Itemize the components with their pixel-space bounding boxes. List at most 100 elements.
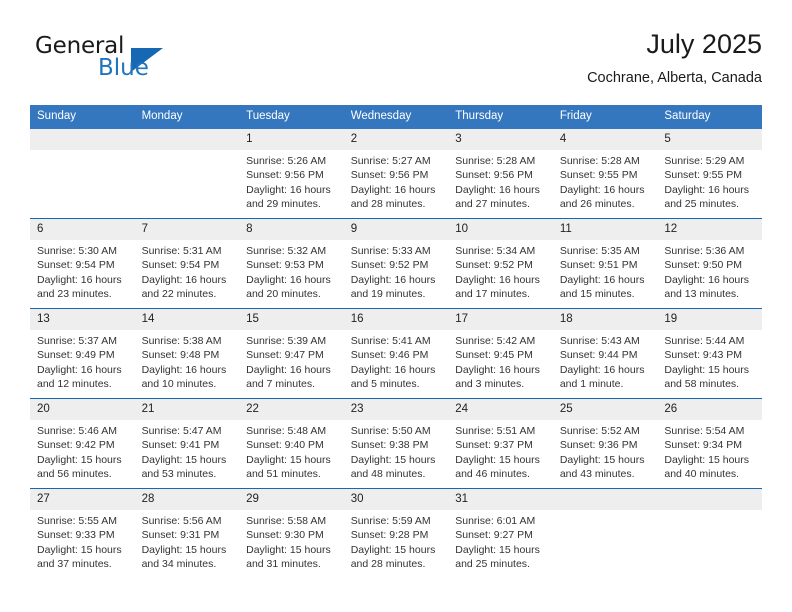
calendar-body: 1 Sunrise: 5:26 AM Sunset: 9:56 PM Daylight… (30, 129, 762, 578)
day-details: Sunrise: 5:28 AM Sunset: 9:55 PM Daylight:… (553, 150, 658, 211)
sunrise-text: Sunrise: 5:35 AM (559, 245, 640, 257)
sunset-text: Sunset: 9:52 PM (455, 259, 533, 272)
sunset-text: Sunset: 9:49 PM (37, 349, 115, 362)
calendar-day-cell[interactable]: 25 Sunrise: 5:52 AM Sunset: 9:36 PM Dayligh… (552, 398, 658, 489)
calendar-day-cell[interactable]: 17 Sunrise: 5:42 AM Sunset: 9:45 PM Dayligh… (448, 308, 553, 399)
sunrise-text: Sunrise: 5:48 AM (246, 425, 327, 437)
sunrise-text: Sunrise: 5:42 AM (455, 335, 536, 347)
calendar-day-cell[interactable]: 9 Sunrise: 5:33 AM Sunset: 9:52 PM Daylight… (343, 218, 449, 309)
calendar-day-cell[interactable]: 23 Sunrise: 5:50 AM Sunset: 9:38 PM Dayligh… (343, 398, 449, 489)
page-title: July 2025 (646, 29, 762, 59)
calendar-day-cell[interactable]: 7 Sunrise: 5:31 AM Sunset: 9:54 PM Daylight… (134, 218, 240, 309)
sunrise-text: Sunrise: 5:32 AM (246, 245, 327, 257)
daylight-text-line1: Daylight: 16 hours (246, 183, 331, 196)
calendar-day-cell[interactable]: 5 Sunrise: 5:29 AM Sunset: 9:55 PM Daylight… (657, 129, 762, 219)
daylight-text-line2: and 28 minutes. (350, 197, 426, 210)
sunset-text: Sunset: 9:42 PM (37, 439, 115, 452)
day-number: 31 (448, 489, 553, 510)
calendar-day-cell[interactable]: 12 Sunrise: 5:36 AM Sunset: 9:50 PM Dayligh… (657, 218, 762, 309)
calendar-day-cell[interactable]: 2 Sunrise: 5:27 AM Sunset: 9:56 PM Daylight… (343, 129, 449, 219)
day-number: 14 (134, 309, 240, 330)
sunrise-text: Sunrise: 5:26 AM (246, 155, 327, 167)
calendar-day-cell[interactable]: 22 Sunrise: 5:48 AM Sunset: 9:40 PM Dayligh… (239, 398, 344, 489)
daylight-text-line2: and 31 minutes. (246, 557, 321, 570)
day-details: Sunrise: 5:33 AM Sunset: 9:52 PM Daylight:… (344, 240, 449, 301)
calendar-day-cell[interactable]: 1 Sunrise: 5:26 AM Sunset: 9:56 PM Daylight… (239, 129, 344, 219)
daylight-text-line2: and 3 minutes. (455, 377, 525, 390)
day-number: 13 (30, 309, 135, 330)
sunset-text: Sunset: 9:48 PM (141, 349, 220, 362)
general-blue-logo[interactable]: General Blue (35, 33, 205, 91)
page-header: General Blue July 2025 Cochrane, Alberta… (30, 28, 762, 98)
calendar-day-cell[interactable]: 20 Sunrise: 5:46 AM Sunset: 9:42 PM Dayligh… (30, 398, 135, 489)
calendar-day-cell[interactable]: 6 Sunrise: 5:30 AM Sunset: 9:54 PM Daylight… (30, 218, 135, 309)
sunrise-text: Sunrise: 5:37 AM (37, 335, 117, 347)
daylight-text-line2: and 25 minutes. (455, 557, 530, 570)
daylight-text-line1: Daylight: 16 hours (455, 273, 540, 286)
sunset-text: Sunset: 9:38 PM (350, 439, 429, 452)
calendar-day-cell[interactable]: 28 Sunrise: 5:56 AM Sunset: 9:31 PM Dayligh… (134, 488, 240, 578)
day-details: Sunrise: 5:27 AM Sunset: 9:56 PM Daylight:… (344, 150, 449, 211)
calendar-day-cell[interactable]: 30 Sunrise: 5:59 AM Sunset: 9:28 PM Dayligh… (343, 488, 449, 578)
calendar-day-cell[interactable]: 19 Sunrise: 5:44 AM Sunset: 9:43 PM Dayligh… (657, 308, 762, 399)
sunrise-text: Sunrise: 5:59 AM (350, 515, 431, 527)
calendar-day-cell[interactable]: 14 Sunrise: 5:38 AM Sunset: 9:48 PM Dayligh… (134, 308, 240, 399)
day-number: 25 (552, 399, 658, 420)
sunset-text: Sunset: 9:30 PM (246, 529, 324, 542)
calendar-day-cell[interactable]: 26 Sunrise: 5:54 AM Sunset: 9:34 PM Dayligh… (657, 398, 762, 489)
weekday-header-monday: Monday (134, 105, 240, 129)
daylight-text-line1: Daylight: 15 hours (350, 453, 436, 466)
calendar-day-cell[interactable]: 8 Sunrise: 5:32 AM Sunset: 9:53 PM Daylight… (239, 218, 344, 309)
daylight-text-line1: Daylight: 16 hours (455, 363, 540, 376)
calendar-day-cell[interactable]: 27 Sunrise: 5:55 AM Sunset: 9:33 PM Dayligh… (30, 488, 135, 578)
daylight-text-line2: and 17 minutes. (455, 287, 530, 300)
calendar-day-cell[interactable]: 18 Sunrise: 5:43 AM Sunset: 9:44 PM Dayligh… (552, 308, 658, 399)
calendar-page: General Blue July 2025 Cochrane, Alberta… (0, 0, 792, 612)
calendar-day-cell-empty (657, 488, 762, 578)
sunrise-text: Sunrise: 5:55 AM (37, 515, 117, 527)
calendar-day-cell[interactable]: 13 Sunrise: 5:37 AM Sunset: 9:49 PM Dayligh… (30, 308, 135, 399)
logo-text-blue: Blue (98, 55, 149, 81)
daylight-text-line2: and 29 minutes. (246, 197, 321, 210)
sunrise-text: Sunrise: 5:28 AM (455, 155, 536, 167)
calendar-day-cell[interactable]: 10 Sunrise: 5:34 AM Sunset: 9:52 PM Dayligh… (448, 218, 553, 309)
day-details: Sunrise: 5:35 AM Sunset: 9:51 PM Daylight:… (553, 240, 658, 301)
calendar-day-cell[interactable]: 24 Sunrise: 5:51 AM Sunset: 9:37 PM Dayligh… (448, 398, 553, 489)
day-number: 23 (343, 399, 449, 420)
daylight-text-line2: and 34 minutes. (141, 557, 217, 570)
calendar-day-cell[interactable]: 3 Sunrise: 5:28 AM Sunset: 9:56 PM Daylight… (448, 129, 553, 219)
calendar-day-cell-empty (552, 488, 658, 578)
calendar-day-cell[interactable]: 21 Sunrise: 5:47 AM Sunset: 9:41 PM Dayligh… (134, 398, 240, 489)
day-number (657, 489, 762, 510)
day-number: 18 (552, 309, 658, 330)
weekday-header-sunday: Sunday (30, 105, 135, 129)
day-details: Sunrise: 5:50 AM Sunset: 9:38 PM Daylight:… (344, 420, 449, 481)
daylight-text-line1: Daylight: 16 hours (350, 273, 436, 286)
daylight-text-line1: Daylight: 16 hours (664, 183, 750, 196)
day-details: Sunrise: 5:43 AM Sunset: 9:44 PM Daylight:… (553, 330, 658, 391)
sunset-text: Sunset: 9:45 PM (455, 349, 533, 362)
daylight-text-line2: and 51 minutes. (246, 467, 321, 480)
location-subtitle: Cochrane, Alberta, Canada (587, 70, 762, 86)
calendar-day-cell[interactable]: 16 Sunrise: 5:41 AM Sunset: 9:46 PM Dayligh… (343, 308, 449, 399)
weekday-header-wednesday: Wednesday (343, 105, 449, 129)
daylight-text-line2: and 23 minutes. (37, 287, 112, 300)
calendar-day-cell[interactable]: 29 Sunrise: 5:58 AM Sunset: 9:30 PM Dayligh… (239, 488, 344, 578)
sunrise-text: Sunrise: 5:28 AM (559, 155, 640, 167)
sunset-text: Sunset: 9:43 PM (664, 349, 743, 362)
calendar-header-row: Sunday Monday Tuesday Wednesday Thursday… (30, 105, 762, 129)
calendar-day-cell[interactable]: 4 Sunrise: 5:28 AM Sunset: 9:55 PM Daylight… (552, 129, 658, 219)
daylight-text-line1: Daylight: 15 hours (141, 543, 227, 556)
day-details: Sunrise: 5:32 AM Sunset: 9:53 PM Daylight:… (239, 240, 344, 301)
calendar-day-cell[interactable]: 31 Sunrise: 6:01 AM Sunset: 9:27 PM Dayligh… (448, 488, 553, 578)
sunset-text: Sunset: 9:54 PM (37, 259, 115, 272)
day-number: 20 (30, 399, 135, 420)
calendar-day-cell[interactable]: 11 Sunrise: 5:35 AM Sunset: 9:51 PM Dayligh… (552, 218, 658, 309)
day-number: 5 (657, 129, 762, 150)
daylight-text-line2: and 13 minutes. (664, 287, 740, 300)
calendar-day-cell[interactable]: 15 Sunrise: 5:39 AM Sunset: 9:47 PM Dayligh… (239, 308, 344, 399)
sunset-text: Sunset: 9:52 PM (350, 259, 429, 272)
sunset-text: Sunset: 9:28 PM (350, 529, 429, 542)
day-details: Sunrise: 5:30 AM Sunset: 9:54 PM Daylight:… (30, 240, 135, 301)
daylight-text-line2: and 27 minutes. (455, 197, 530, 210)
